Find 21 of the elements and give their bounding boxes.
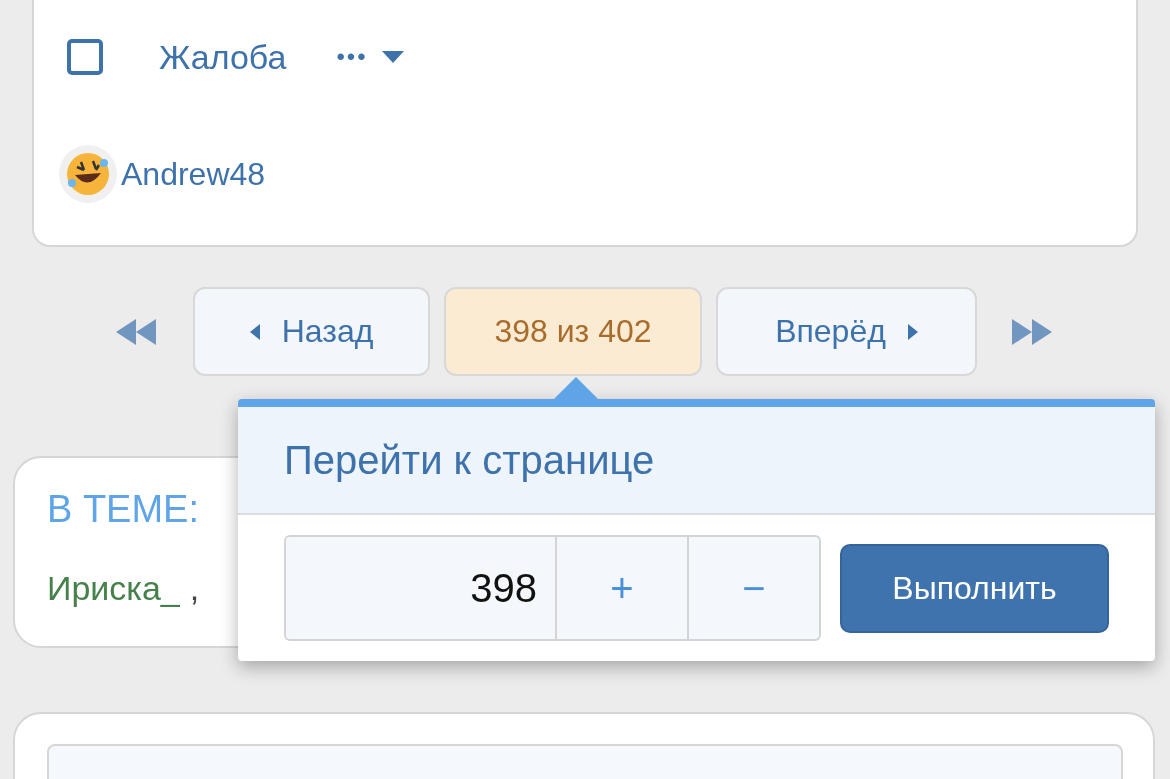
user-link[interactable]: Ириска_ — [47, 569, 180, 608]
caret-right-icon — [907, 323, 918, 340]
caret-left-icon — [249, 323, 260, 340]
current-page-button[interactable]: 398 из 402 — [444, 287, 702, 376]
back-button[interactable]: Назад — [193, 287, 430, 376]
username-link[interactable]: Andrew48 — [121, 155, 266, 193]
separator-text: , — [189, 569, 200, 608]
next-button[interactable]: Вперёд — [716, 287, 977, 376]
submit-button[interactable]: Выполнить — [840, 543, 1109, 633]
page-input[interactable]: 398 — [286, 537, 555, 639]
caret-down-icon — [381, 51, 404, 63]
more-menu-button[interactable]: ••• — [336, 43, 404, 71]
first-page-button[interactable] — [116, 316, 156, 347]
last-page-button[interactable] — [1012, 316, 1052, 347]
page-number-stepper[interactable]: 398 + − — [284, 535, 821, 641]
increment-button[interactable]: + — [555, 537, 687, 639]
popup-title: Перейти к странице — [284, 437, 655, 483]
decrement-button[interactable]: − — [687, 537, 819, 639]
select-checkbox[interactable] — [67, 39, 103, 75]
report-link[interactable]: Жалоба — [159, 37, 287, 77]
topic-heading: В ТЕМЕ: — [47, 488, 201, 531]
